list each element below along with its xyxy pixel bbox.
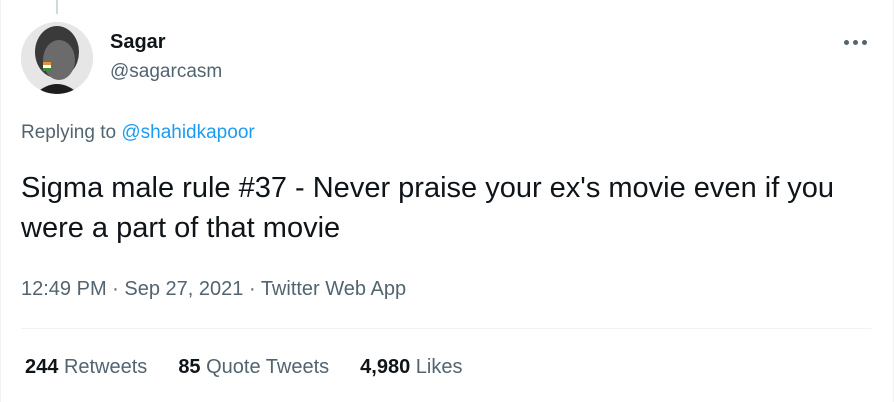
likes-count: 4,980 xyxy=(360,356,411,378)
quote-tweets-stat-link[interactable]: 85 Quote Tweets xyxy=(178,356,329,379)
tweet-time-link[interactable]: 12:49 PM xyxy=(21,278,107,300)
more-options-button[interactable] xyxy=(837,28,873,56)
retweets-count: 244 xyxy=(25,356,59,378)
thread-connector-line xyxy=(56,0,58,14)
more-horizontal-icon xyxy=(843,39,867,45)
author-handle[interactable]: @sagarcasm xyxy=(110,61,222,83)
author-display-name[interactable]: Sagar xyxy=(110,31,166,54)
reply-to-mention-link[interactable]: @shahidkapoor xyxy=(121,122,254,143)
replying-to-line: Replying to @shahidkapoor xyxy=(21,122,255,144)
likes-label: Likes xyxy=(415,356,463,378)
quote-tweets-label: Quote Tweets xyxy=(206,356,330,378)
replying-to-label: Replying to xyxy=(21,122,122,143)
meta-separator: · xyxy=(106,278,125,300)
likes-stat-link[interactable]: 4,980 Likes xyxy=(360,356,462,379)
avatar-image xyxy=(21,22,93,94)
tweet-metadata: 12:49 PM · Sep 27, 2021 · Twitter Web Ap… xyxy=(21,278,406,301)
divider xyxy=(21,328,871,329)
tweet-stats: 244 Retweets 85 Quote Tweets 4,980 Likes xyxy=(25,356,494,379)
retweets-stat-link[interactable]: 244 Retweets xyxy=(25,356,147,379)
retweets-label: Retweets xyxy=(63,356,148,378)
avatar[interactable] xyxy=(21,22,93,94)
tweet-card: Sagar @sagarcasm Replying to @shahidkapo… xyxy=(0,0,894,402)
tweet-text: Sigma male rule #37 - Never praise your … xyxy=(21,172,835,244)
quote-tweets-count: 85 xyxy=(178,356,201,378)
meta-separator: · xyxy=(243,278,261,300)
tweet-source-link[interactable]: Twitter Web App xyxy=(261,278,406,300)
tweet-date-link[interactable]: Sep 27, 2021 xyxy=(124,278,243,300)
